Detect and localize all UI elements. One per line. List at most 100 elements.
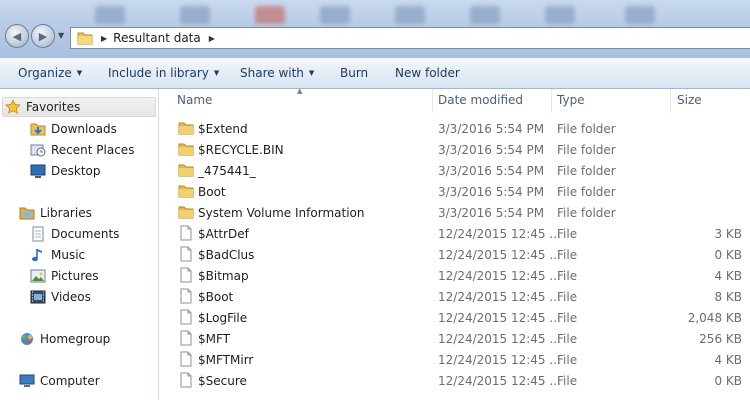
folder-icon (178, 162, 194, 178)
chevron-down-icon: ▼ (308, 69, 315, 77)
nav-pictures-label: Pictures (51, 269, 99, 283)
nav-pictures[interactable]: Pictures (30, 266, 99, 286)
file-name: $Bitmap (198, 269, 249, 283)
recent-pages-dropdown[interactable]: ▼ (58, 31, 64, 40)
file-icon (178, 330, 194, 346)
file-date-modified: 3/3/2016 5:54 PM (438, 143, 545, 157)
forward-button[interactable]: ▶ (31, 24, 55, 48)
file-row[interactable]: $Extend 3/3/2016 5:54 PM File folder (160, 118, 750, 139)
file-name: System Volume Information (198, 206, 365, 220)
file-row[interactable]: $Bitmap 12/24/2015 12:45 ... File 4 KB (160, 265, 750, 286)
music-icon (30, 247, 46, 263)
documents-icon (30, 226, 46, 242)
nav-favorites-label: Favorites (26, 100, 81, 114)
nav-desktop[interactable]: Desktop (30, 161, 101, 181)
folder-icon (178, 120, 194, 136)
file-date-modified: 3/3/2016 5:54 PM (438, 122, 545, 136)
file-type: File (557, 227, 578, 241)
file-type: File (557, 248, 578, 262)
title-bar: ◀ ▶ ▼ ▶ Resultant data ▶ (0, 0, 750, 58)
file-row[interactable]: $MFTMirr 12/24/2015 12:45 ... File 4 KB (160, 349, 750, 370)
nav-downloads-label: Downloads (51, 122, 117, 136)
file-name: $RECYCLE.BIN (198, 143, 284, 157)
file-type: File (557, 290, 578, 304)
chevron-down-icon: ▼ (213, 69, 220, 77)
file-size: 4 KB (714, 353, 742, 367)
sort-ascending-icon: ▲ (297, 87, 303, 95)
file-row[interactable]: $AttrDef 12/24/2015 12:45 ... File 3 KB (160, 223, 750, 244)
nav-homegroup[interactable]: Homegroup (19, 329, 110, 349)
file-name: _475441_ (198, 164, 256, 178)
file-type: File folder (557, 185, 616, 199)
column-header-size[interactable]: Size (677, 93, 702, 107)
file-name: $MFTMirr (198, 353, 254, 367)
file-icon (178, 246, 194, 262)
file-type: File (557, 332, 578, 346)
column-divider[interactable] (551, 89, 552, 113)
nav-music[interactable]: Music (30, 245, 85, 265)
column-header-date-modified[interactable]: Date modified (438, 93, 523, 107)
nav-libraries[interactable]: Libraries (19, 203, 92, 223)
file-type: File folder (557, 143, 616, 157)
file-row[interactable]: $Secure 12/24/2015 12:45 ... File 0 KB (160, 370, 750, 391)
nav-computer-label: Computer (40, 374, 100, 388)
burn-button[interactable]: Burn (340, 66, 368, 80)
downloads-folder-icon (30, 121, 46, 137)
file-size: 2,048 KB (687, 311, 742, 325)
nav-videos[interactable]: Videos (30, 287, 91, 307)
file-icon (178, 372, 194, 388)
file-row[interactable]: Boot 3/3/2016 5:54 PM File folder (160, 181, 750, 202)
include-in-library-button[interactable]: Include in library ▼ (108, 66, 219, 80)
file-row[interactable]: $MFT 12/24/2015 12:45 ... File 256 KB (160, 328, 750, 349)
breadcrumb-separator-icon[interactable]: ▶ (101, 34, 107, 43)
file-date-modified: 12/24/2015 12:45 ... (438, 353, 561, 367)
file-name: $BadClus (198, 248, 255, 262)
breadcrumb-separator-icon[interactable]: ▶ (209, 34, 215, 43)
file-date-modified: 12/24/2015 12:45 ... (438, 311, 561, 325)
chevron-down-icon: ▼ (76, 69, 83, 77)
file-size: 0 KB (714, 248, 742, 262)
file-date-modified: 12/24/2015 12:45 ... (438, 374, 561, 388)
navigation-pane: Favorites Downloads Recent Places Deskto… (0, 89, 159, 400)
file-size: 3 KB (714, 227, 742, 241)
file-date-modified: 3/3/2016 5:54 PM (438, 185, 545, 199)
file-row[interactable]: $RECYCLE.BIN 3/3/2016 5:54 PM File folder (160, 139, 750, 160)
file-list: ▲ Name Date modified Type Size $Extend 3/… (160, 87, 750, 400)
share-with-label: Share with (240, 66, 304, 80)
nav-documents[interactable]: Documents (30, 224, 119, 244)
libraries-icon (19, 205, 35, 221)
breadcrumb-resultant-data[interactable]: Resultant data (113, 31, 201, 45)
file-date-modified: 12/24/2015 12:45 ... (438, 227, 561, 241)
column-divider[interactable] (670, 89, 671, 113)
file-type: File (557, 311, 578, 325)
pictures-icon (30, 268, 46, 284)
share-with-button[interactable]: Share with ▼ (240, 66, 314, 80)
nav-downloads[interactable]: Downloads (30, 119, 117, 139)
nav-music-label: Music (51, 248, 86, 262)
file-name: $MFT (198, 332, 231, 346)
new-folder-button[interactable]: New folder (395, 66, 460, 80)
file-type: File (557, 374, 578, 388)
file-row[interactable]: System Volume Information 3/3/2016 5:54 P… (160, 202, 750, 223)
file-row[interactable]: $BadClus 12/24/2015 12:45 ... File 0 KB (160, 244, 750, 265)
nav-computer[interactable]: Computer (19, 371, 100, 391)
back-button[interactable]: ◀ (5, 24, 29, 48)
file-row[interactable]: _475441_ 3/3/2016 5:54 PM File folder (160, 160, 750, 181)
file-date-modified: 12/24/2015 12:45 ... (438, 248, 561, 262)
file-icon (178, 225, 194, 241)
homegroup-icon (19, 331, 35, 347)
column-header-name[interactable]: Name (177, 93, 212, 107)
file-row[interactable]: $Boot 12/24/2015 12:45 ... File 8 KB (160, 286, 750, 307)
file-row[interactable]: $LogFile 12/24/2015 12:45 ... File 2,048 KB (160, 307, 750, 328)
organize-button[interactable]: Organize ▼ (18, 66, 82, 80)
column-divider[interactable] (432, 89, 433, 113)
computer-icon (19, 373, 35, 389)
file-icon (178, 309, 194, 325)
nav-favorites[interactable]: Favorites (2, 97, 156, 117)
column-header-type[interactable]: Type (557, 93, 585, 107)
file-name: $LogFile (198, 311, 248, 325)
nav-recent-places[interactable]: Recent Places (30, 140, 134, 160)
include-in-library-label: Include in library (108, 66, 209, 80)
address-bar[interactable]: ▶ Resultant data ▶ (70, 27, 750, 49)
background-window-ghost (320, 6, 350, 24)
